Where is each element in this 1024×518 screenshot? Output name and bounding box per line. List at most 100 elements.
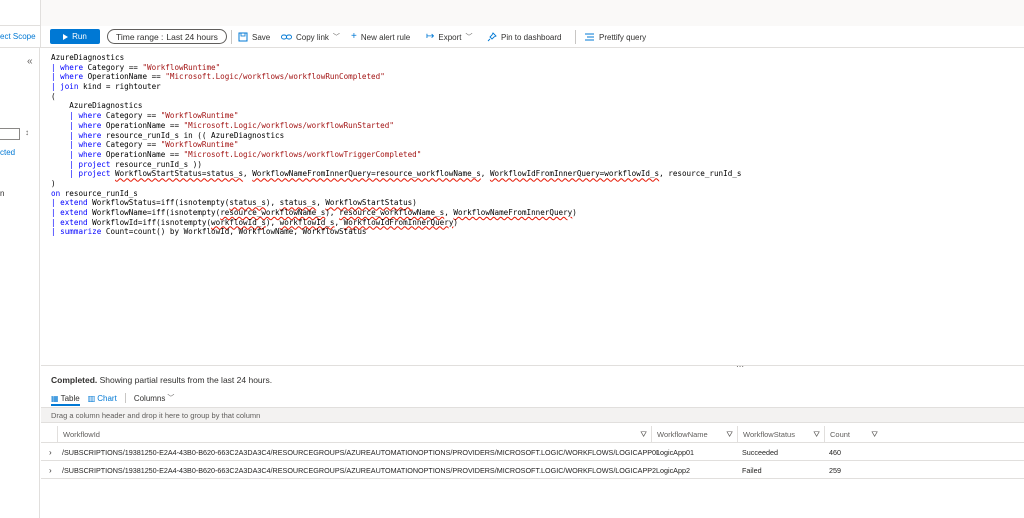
collapse-sidebar-icon[interactable]: « [27, 56, 33, 67]
chevron-down-icon: ﹀ [167, 395, 175, 402]
code-token: , [334, 217, 344, 227]
column-header-label: WorkflowStatus [743, 430, 795, 439]
code-token: WorkflowStartStatus [325, 198, 413, 208]
code-token: OperationName == [101, 149, 184, 159]
code-token: , [316, 198, 326, 208]
code-token: , [480, 169, 490, 179]
code-line[interactable]: | where OperationName == "Microsoft.Logi… [51, 150, 741, 160]
code-line[interactable]: | where OperationName == "Microsoft.Logi… [51, 72, 741, 82]
code-token: ), [265, 198, 280, 208]
sidebar-filter-input[interactable] [0, 128, 20, 140]
code-token: WorkflowStatus=iff(isnotempty( [87, 198, 230, 208]
code-line[interactable]: | project WorkflowStartStatus=status_s , … [51, 169, 741, 179]
code-token: OperationName == [83, 72, 166, 82]
time-range-button[interactable]: Time range : Last 24 hours [107, 29, 227, 44]
code-token: ) [412, 198, 417, 208]
code-token: | [51, 169, 79, 179]
code-token: AzureDiagnostics [51, 101, 143, 111]
pin-icon [487, 32, 497, 42]
code-token: Count=count() by WorkflowId, WorkflowNam… [101, 227, 367, 237]
tabs-separator [124, 393, 126, 403]
code-line[interactable]: ( [51, 92, 741, 102]
table-row[interactable]: › /SUBSCRIPTIONS/19381250-E2A4-43B0-B620… [41, 443, 1024, 461]
table-row[interactable]: › /SUBSCRIPTIONS/19381250-E2A4-43B0-B620… [41, 461, 1024, 479]
code-token: ), [265, 217, 280, 227]
code-token: , [243, 169, 253, 179]
cell-workflowstatus: Failed [742, 465, 762, 475]
toolbar-divider [40, 26, 41, 48]
new-alert-rule-button[interactable]: + New alert rule [351, 29, 410, 45]
code-line[interactable]: AzureDiagnostics [51, 101, 741, 111]
code-token: resource_workflowName_s [220, 208, 326, 217]
code-line[interactable]: | extend WorkflowId=iff(isnotempty(workf… [51, 218, 741, 228]
code-token: Category == [101, 111, 161, 121]
columns-button[interactable]: Columns ﹀ [134, 393, 175, 403]
code-line[interactable]: on resource_runId_s [51, 189, 741, 199]
filter-icon[interactable]: ⛛ [640, 430, 647, 440]
code-token: status_s [279, 198, 317, 208]
export-button[interactable]: ↦ Export ﹀ [426, 29, 473, 45]
code-token: extend [60, 198, 88, 208]
chevron-down-icon: ﹀ [332, 34, 340, 41]
group-by-hint: Drag a column header and drop it here to… [51, 411, 261, 420]
code-line[interactable]: | where OperationName == "Microsoft.Logi… [51, 121, 741, 131]
code-line[interactable]: ) [51, 179, 741, 189]
code-token: Category == [83, 62, 143, 72]
sidebar-link[interactable]: cted [0, 148, 15, 157]
code-line[interactable]: | where Category == "WorkflowRuntime" [51, 140, 741, 150]
link-icon [281, 34, 292, 40]
toolbar-separator [575, 30, 576, 44]
query-editor[interactable]: AzureDiagnostics | where Category == "Wor… [41, 48, 1024, 365]
sort-icon[interactable]: ↕ [25, 128, 29, 137]
group-by-bar[interactable]: Drag a column header and drop it here to… [41, 407, 1024, 423]
prettify-query-button[interactable]: Prettify query [584, 29, 646, 45]
code-token: resource_runId_s [60, 188, 138, 198]
column-header-workflowid[interactable]: WorkflowId ⛛ [57, 426, 651, 443]
time-range-label: Time range : [116, 31, 164, 42]
code-token: WorkflowStartStatus=status_s [115, 169, 244, 179]
code-token: ) [51, 178, 56, 188]
code-line[interactable]: | where Category == "WorkflowRuntime" [51, 63, 741, 73]
save-button[interactable]: Save [238, 29, 270, 45]
cell-workflowname: LogicApp2 [656, 465, 690, 475]
filter-icon[interactable]: ⛛ [813, 430, 820, 440]
code-line[interactable]: | where resource_runId_s in (( AzureDiag… [51, 131, 741, 141]
plus-icon: + [351, 31, 357, 42]
pin-to-dashboard-button[interactable]: Pin to dashboard [487, 29, 562, 45]
code-line[interactable]: AzureDiagnostics [51, 53, 741, 63]
copy-link-button[interactable]: Copy link ﹀ [281, 29, 340, 45]
tab-table[interactable]: ▦ Table [51, 394, 80, 406]
query-code[interactable]: AzureDiagnostics | where Category == "Wor… [51, 53, 741, 237]
code-token: | [51, 82, 61, 92]
code-token: where [78, 130, 102, 140]
status-text: Showing partial results from the last 24… [97, 375, 273, 385]
cell-workflowstatus: Succeeded [742, 447, 778, 457]
select-scope-link[interactable]: ect Scope [0, 32, 36, 41]
code-token: join [60, 82, 79, 92]
code-line[interactable]: | summarize Count=count() by WorkflowId,… [51, 227, 741, 237]
chevron-right-icon[interactable]: › [49, 461, 52, 479]
filter-icon[interactable]: ⛛ [871, 430, 878, 440]
column-header-workflowname[interactable]: WorkflowName ⛛ [651, 426, 737, 443]
tab-chart[interactable]: ▥ Chart [88, 394, 117, 403]
code-token: | [51, 111, 79, 121]
code-line[interactable]: | project resource_runId_s )) [51, 160, 741, 170]
code-line[interactable]: | where Category == "WorkflowRuntime" [51, 111, 741, 121]
column-header-count[interactable]: Count ⛛ [824, 426, 882, 443]
run-button[interactable]: Run [50, 29, 100, 44]
code-token: | [51, 130, 79, 140]
code-token: ) [453, 217, 458, 227]
code-token: "Microsoft.Logic/workflows/workflowRunCo… [165, 72, 385, 82]
filter-icon[interactable]: ⛛ [726, 430, 733, 440]
column-header-label: Count [830, 430, 851, 439]
cell-workflowid: /SUBSCRIPTIONS/19381250-E2A4-43B0-B620-6… [62, 465, 657, 475]
column-header-label: WorkflowId [63, 430, 100, 439]
code-line[interactable]: | join kind = rightouter [51, 82, 741, 92]
code-token: "WorkflowRuntime" [142, 62, 221, 72]
code-line[interactable]: | extend WorkflowName=iff(isnotempty(res… [51, 208, 741, 218]
column-header-workflowstatus[interactable]: WorkflowStatus ⛛ [737, 426, 824, 443]
columns-label: Columns [133, 393, 166, 403]
code-line[interactable]: | extend WorkflowStatus=iff(isnotempty(s… [51, 198, 741, 208]
chevron-right-icon[interactable]: › [49, 443, 52, 461]
code-token: where [78, 120, 102, 130]
